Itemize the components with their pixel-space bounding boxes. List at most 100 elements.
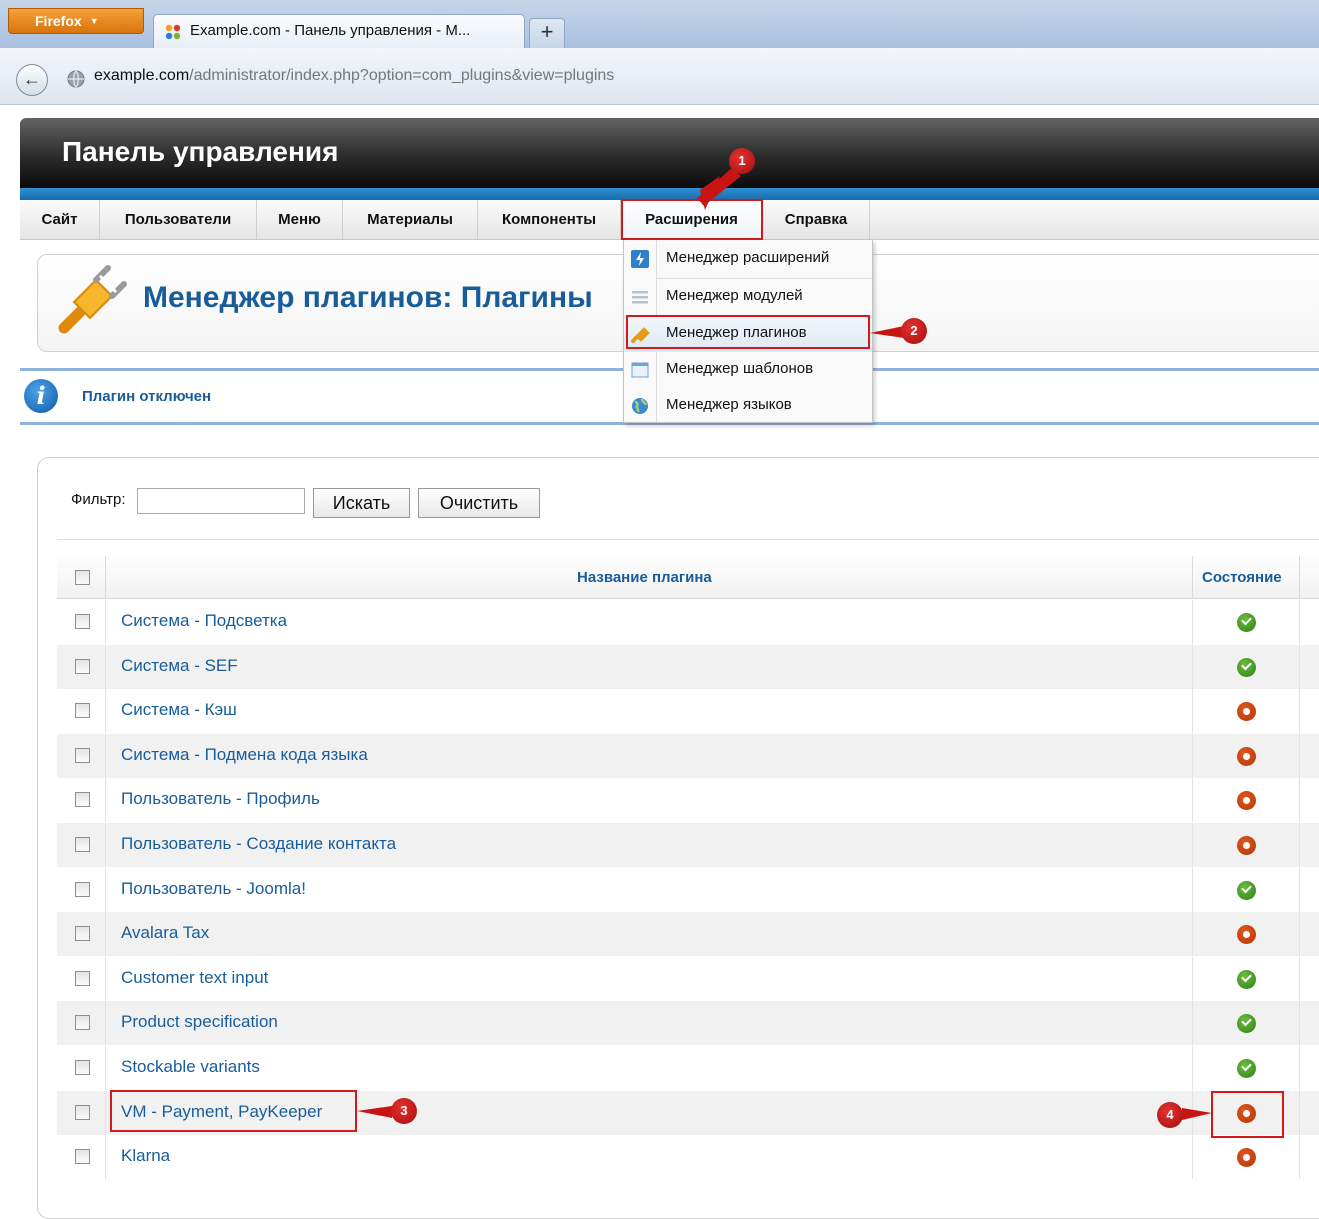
plugin-name-link[interactable]: Пользователь - Создание контакта — [121, 834, 396, 854]
tab-title: Example.com - Панель управления - M... — [190, 22, 471, 39]
disabled-status-icon[interactable] — [1237, 791, 1256, 810]
plugin-name-link[interactable]: Customer text input — [121, 968, 268, 988]
dropdown-item-module-manager[interactable]: Менеджер модулей — [624, 279, 872, 315]
annotation-box-paykeeper — [110, 1090, 357, 1132]
browser-navigation-bar: ← example.com/administrator/index.php?op… — [0, 48, 1319, 105]
dropdown-item-template-manager[interactable]: Менеджер шаблонов — [624, 352, 872, 388]
firefox-menu-button[interactable]: Firefox ▼ — [8, 8, 144, 34]
column-separator — [1192, 600, 1193, 644]
filter-label: Фильтр: — [71, 491, 126, 508]
menu-help[interactable]: Справка — [763, 200, 870, 239]
new-tab-button[interactable]: + — [529, 18, 565, 48]
row-checkbox[interactable] — [75, 971, 90, 986]
column-separator — [1192, 912, 1193, 956]
plugin-icon — [58, 265, 127, 334]
column-separator — [105, 1046, 106, 1090]
search-button[interactable]: Искать — [313, 488, 410, 518]
clear-button[interactable]: Очистить — [418, 488, 540, 518]
table-row: Klarna — [57, 1135, 1319, 1179]
column-separator — [1192, 734, 1193, 778]
globe-icon — [632, 398, 648, 414]
row-checkbox[interactable] — [75, 792, 90, 807]
column-header-name[interactable]: Название плагина — [577, 569, 712, 586]
disabled-status-icon[interactable] — [1237, 702, 1256, 721]
column-separator — [1299, 645, 1300, 689]
menu-content[interactable]: Материалы — [343, 200, 478, 239]
column-separator — [105, 556, 106, 598]
dropdown-item-language-manager[interactable]: Менеджер языков — [624, 388, 872, 424]
filter-separator — [57, 539, 1319, 540]
column-separator — [1192, 1001, 1193, 1045]
row-checkbox[interactable] — [75, 748, 90, 763]
row-checkbox[interactable] — [75, 1015, 90, 1030]
plugin-name-link[interactable]: Klarna — [121, 1146, 170, 1166]
filter-input[interactable] — [137, 488, 305, 514]
enabled-status-icon[interactable] — [1237, 658, 1256, 677]
plugin-name-link[interactable]: Пользователь - Профиль — [121, 789, 320, 809]
back-button[interactable]: ← — [16, 64, 48, 96]
column-separator — [1192, 1135, 1193, 1179]
column-separator — [1299, 734, 1300, 778]
table-row: Система - SEF — [57, 645, 1319, 689]
row-checkbox[interactable] — [75, 837, 90, 852]
enabled-status-icon[interactable] — [1237, 881, 1256, 900]
column-separator — [1299, 556, 1300, 598]
enabled-status-icon[interactable] — [1237, 1014, 1256, 1033]
table-row: Product specification — [57, 1001, 1319, 1045]
disabled-status-icon[interactable] — [1237, 747, 1256, 766]
dropdown-item-extension-manager[interactable]: Менеджер расширений — [624, 241, 872, 277]
row-checkbox[interactable] — [75, 926, 90, 941]
browser-tab[interactable]: Example.com - Панель управления - M... — [153, 14, 525, 48]
table-row: Avalara Tax — [57, 912, 1319, 956]
plugin-name-link[interactable]: Система - Кэш — [121, 700, 237, 720]
menu-menus[interactable]: Меню — [257, 200, 343, 239]
enabled-status-icon[interactable] — [1237, 970, 1256, 989]
plugin-name-link[interactable]: Система - Подмена кода языка — [121, 745, 368, 765]
menu-site[interactable]: Сайт — [20, 200, 100, 239]
table-row: Пользователь - Профиль — [57, 778, 1319, 822]
menu-components[interactable]: Компоненты — [478, 200, 621, 239]
menu-users[interactable]: Пользователи — [100, 200, 257, 239]
column-separator — [1192, 1091, 1193, 1135]
disabled-status-icon[interactable] — [1237, 836, 1256, 855]
column-separator — [1192, 778, 1193, 822]
column-separator — [105, 1001, 106, 1045]
column-separator — [1192, 957, 1193, 1001]
annotation-box-extensions — [621, 199, 763, 240]
column-separator — [1192, 645, 1193, 689]
template-icon — [631, 362, 649, 378]
chevron-down-icon: ▼ — [89, 16, 99, 26]
column-separator — [1192, 823, 1193, 867]
enabled-status-icon[interactable] — [1237, 1059, 1256, 1078]
module-icon — [632, 291, 648, 304]
annotation-box-plugin-manager — [626, 315, 870, 349]
table-row: Customer text input — [57, 957, 1319, 1001]
plugin-name-link[interactable]: Система - Подсветка — [121, 611, 287, 631]
plugin-name-link[interactable]: Пользователь - Joomla! — [121, 879, 306, 899]
annotation-badge-4: 4 — [1157, 1102, 1183, 1128]
column-separator — [1299, 1046, 1300, 1090]
row-checkbox[interactable] — [75, 1060, 90, 1075]
column-header-state[interactable]: Состояние — [1202, 569, 1282, 586]
table-row: Пользователь - Создание контакта — [57, 823, 1319, 867]
enabled-status-icon[interactable] — [1237, 613, 1256, 632]
row-checkbox[interactable] — [75, 703, 90, 718]
select-all-checkbox[interactable] — [75, 570, 90, 585]
row-checkbox[interactable] — [75, 1149, 90, 1164]
plugin-name-link[interactable]: Stockable variants — [121, 1057, 260, 1077]
disabled-status-icon[interactable] — [1237, 925, 1256, 944]
table-header: Название плагина Состояние — [57, 556, 1319, 599]
row-checkbox[interactable] — [75, 882, 90, 897]
plugin-name-link[interactable]: Avalara Tax — [121, 923, 209, 943]
column-separator — [1299, 868, 1300, 912]
row-checkbox[interactable] — [75, 614, 90, 629]
plugin-name-link[interactable]: Система - SEF — [121, 656, 238, 676]
table-row: Stockable variants — [57, 1046, 1319, 1090]
row-checkbox[interactable] — [75, 1105, 90, 1120]
plugin-name-link[interactable]: Product specification — [121, 1012, 278, 1032]
address-bar[interactable]: example.com/administrator/index.php?opti… — [94, 67, 614, 85]
disabled-status-icon[interactable] — [1237, 1148, 1256, 1167]
row-checkbox[interactable] — [75, 659, 90, 674]
column-separator — [105, 1135, 106, 1179]
column-separator — [1299, 1091, 1300, 1135]
